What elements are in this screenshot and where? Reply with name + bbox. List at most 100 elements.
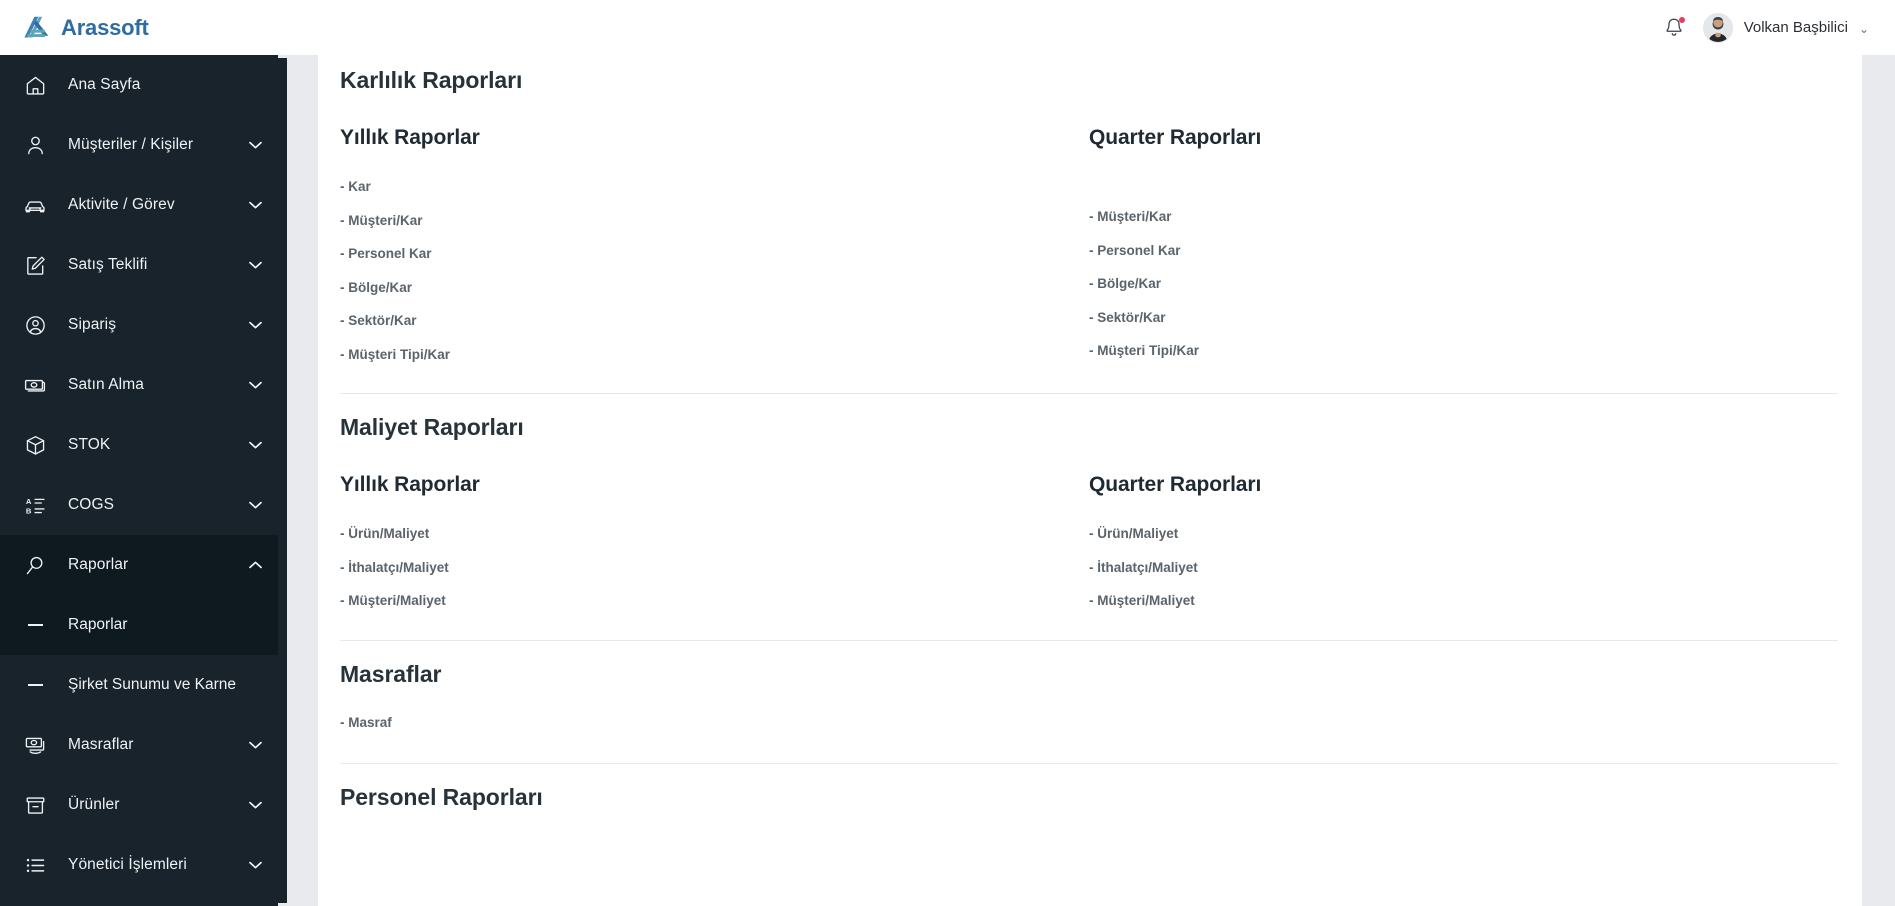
chevron-up-icon[interactable] — [248, 558, 262, 572]
report-link[interactable]: - Bölge/Kar — [1089, 277, 1838, 291]
top-bar-actions: Volkan Başbilici ⌄ — [1663, 0, 1869, 55]
report-link[interactable]: - Personel Kar — [340, 247, 1089, 261]
user-avatar-icon — [1703, 13, 1732, 42]
section-personel-raporlari: Personel Raporları — [340, 784, 1838, 811]
report-link[interactable]: - Ürün/Maliyet — [340, 527, 1089, 541]
sidebar-subitem-sirket-sunumu-ve-karne[interactable]: Şirket Sunumu ve Karne — [0, 655, 278, 715]
sidebar-item-stok[interactable]: STOK — [0, 415, 278, 475]
sidebar-item-label: Satın Alma — [68, 376, 144, 393]
list-ab-icon: A B — [22, 492, 48, 518]
report-link[interactable]: - Bölge/Kar — [340, 280, 1089, 295]
column-yillik-raporlar: Yıllık Raporlar - Ürün/Maliyet - İthalat… — [340, 473, 1089, 608]
sidebar-item-satis-teklifi[interactable]: Satış Teklifi — [0, 235, 278, 295]
sidebar-subitem-label: Şirket Sunumu ve Karne — [68, 676, 237, 693]
sidebar-item-siparis[interactable]: Sipariş — [0, 295, 278, 355]
user-name-label: Volkan Başbilici — [1743, 19, 1848, 36]
column-heading: Quarter Raporları — [1089, 473, 1262, 496]
dash-icon — [22, 612, 48, 638]
edit-note-icon — [22, 252, 48, 278]
chevron-down-icon[interactable] — [248, 858, 262, 872]
sidebar-item-musteriler-kisiler[interactable]: Müşteriler / Kişiler — [0, 115, 278, 175]
notifications-button[interactable] — [1663, 16, 1685, 40]
content-scrollbar-track[interactable] — [278, 55, 318, 906]
report-link[interactable]: - Personel Kar — [1089, 243, 1838, 258]
user-menu[interactable]: Volkan Başbilici ⌄ — [1702, 12, 1869, 43]
banknote-icon — [22, 372, 48, 398]
top-bar: Arassoft Volkan Başbilici ⌄ — [0, 0, 1895, 55]
chevron-down-icon[interactable] — [248, 738, 262, 752]
sidebar-item-label: Masraflar — [68, 736, 134, 753]
chevron-down-icon[interactable] — [248, 378, 262, 392]
column-yillik-raporlar: Yıllık Raporlar - Kar - Müşteri/Kar - Pe… — [340, 126, 1089, 361]
home-icon — [22, 72, 48, 98]
brand-logo[interactable]: Arassoft — [22, 0, 149, 55]
money-icon — [22, 732, 48, 758]
main-content: Karlılık Raporları Yıllık Raporlar - Kar… — [318, 55, 1862, 906]
sidebar-item-label: Aktivite / Görev — [68, 196, 175, 213]
person-icon — [22, 132, 48, 158]
report-link[interactable]: - Sektör/Kar — [1089, 310, 1838, 325]
section-divider — [340, 393, 1838, 394]
report-link[interactable]: - İthalatçı/Maliyet — [1089, 560, 1838, 575]
chevron-down-icon[interactable] — [248, 258, 262, 272]
report-link[interactable]: - Müşteri Tipi/Kar — [1089, 344, 1838, 358]
column-quarter-raporlari: Quarter Raporları - Müşteri/Kar - Person… — [1089, 126, 1838, 361]
column-heading: Quarter Raporları — [1089, 126, 1262, 149]
column-heading: Yıllık Raporlar — [340, 473, 480, 496]
sidebar-item-cogs[interactable]: A B COGS — [0, 475, 278, 535]
report-link[interactable]: - Ürün/Maliyet — [1089, 527, 1838, 541]
sidebar-item-urunler[interactable]: Ürünler — [0, 775, 278, 835]
report-link[interactable]: - Müşteri/Maliyet — [1089, 594, 1838, 608]
sidebar-item-satin-alma[interactable]: Satın Alma — [0, 355, 278, 415]
notification-badge-dot — [1678, 16, 1685, 23]
sidebar-item-label: Raporlar — [68, 556, 129, 573]
arassoft-logo-icon — [24, 16, 49, 38]
sidebar-item-masraflar[interactable]: Masraflar — [0, 715, 278, 775]
chevron-down-icon[interactable] — [248, 438, 262, 452]
chevron-down-icon[interactable] — [248, 138, 262, 152]
report-link[interactable]: - Müşteri Tipi/Kar — [340, 347, 1089, 362]
chevron-down-icon[interactable] — [248, 498, 262, 512]
archive-icon — [22, 792, 48, 818]
column-quarter-raporlari: Quarter Raporları - Ürün/Maliyet - İthal… — [1089, 473, 1838, 608]
sidebar-item-label: Sipariş — [68, 316, 117, 333]
sidebar-subitem-label: Raporlar — [68, 616, 128, 633]
section-karlilik-raporlari: Karlılık Raporları Yıllık Raporlar - Kar… — [340, 67, 1838, 394]
content-scrollbar-thumb[interactable] — [278, 58, 287, 903]
chevron-down-icon[interactable] — [248, 318, 262, 332]
section-title: Karlılık Raporları — [340, 67, 523, 93]
chevron-down-icon: ⌄ — [1858, 21, 1869, 36]
section-title: Maliyet Raporları — [340, 414, 524, 440]
report-link[interactable]: - Kar — [340, 180, 1089, 194]
report-link[interactable]: - Masraf — [340, 715, 1838, 730]
sidebar-item-aktivite-gorev[interactable]: Aktivite / Görev — [0, 175, 278, 235]
section-divider — [340, 763, 1838, 764]
right-gutter — [1862, 55, 1895, 906]
svg-text:B: B — [25, 506, 31, 515]
sidebar-item-yonetici-islemleri[interactable]: Yönetici İşlemleri — [0, 835, 278, 895]
magnifier-icon — [22, 552, 48, 578]
sidebar-item-raporlar[interactable]: Raporlar — [0, 535, 278, 595]
report-link[interactable]: - Sektör/Kar — [340, 314, 1089, 328]
dash-icon — [22, 672, 48, 698]
sidebar-item-ana-sayfa[interactable]: Ana Sayfa — [0, 55, 278, 115]
report-link[interactable]: - Müşteri/Kar — [1089, 210, 1838, 224]
report-link[interactable]: - Müşteri/Maliyet — [340, 594, 1089, 608]
sidebar-item-label: Satış Teklifi — [68, 256, 148, 273]
section-masraflar: Masraflar - Masraf — [340, 660, 1838, 764]
chevron-down-icon[interactable] — [248, 798, 262, 812]
sidebar-item-label: Müşteriler / Kişiler — [68, 136, 194, 153]
chevron-down-icon[interactable] — [248, 198, 262, 212]
bullet-list-icon — [22, 852, 48, 878]
sidebar-item-label: Ana Sayfa — [68, 76, 141, 93]
brand-name: Arassoft — [61, 14, 149, 40]
section-title: Masraflar — [340, 660, 442, 687]
column-heading: Yıllık Raporlar — [340, 126, 480, 149]
cube-icon — [22, 432, 48, 458]
sidebar-item-label: COGS — [68, 496, 115, 513]
car-icon — [22, 192, 48, 218]
report-link[interactable]: - İthalatçı/Maliyet — [340, 560, 1089, 575]
section-divider — [340, 639, 1838, 641]
sidebar-subitem-raporlar[interactable]: Raporlar — [0, 595, 278, 655]
report-link[interactable]: - Müşteri/Kar — [340, 213, 1089, 228]
